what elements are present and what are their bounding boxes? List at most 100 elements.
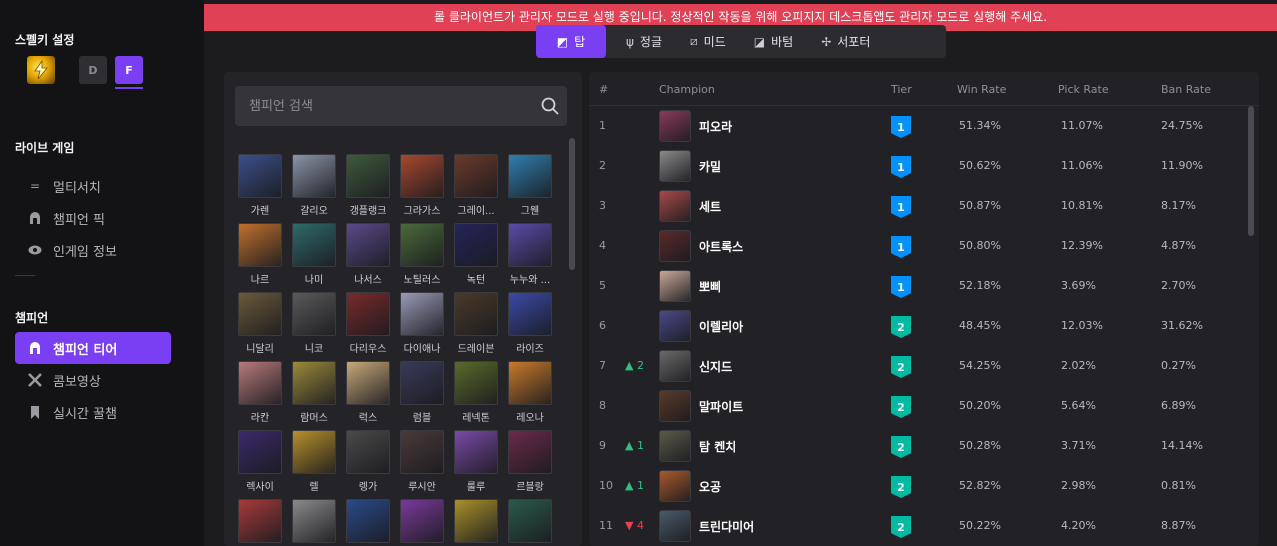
- champion-grid-item[interactable]: [345, 499, 391, 546]
- champion-name: 그웬: [520, 206, 540, 217]
- table-row[interactable]: 7 ▲ 2 신지드 2 54.25% 2.02% 0.27%: [589, 346, 1249, 386]
- nav-label: 인게임 정보: [53, 244, 117, 260]
- champion-grid-item[interactable]: 니달리: [237, 292, 283, 355]
- tab-top[interactable]: ◩ 탑: [536, 25, 606, 58]
- tier-badge: 2: [891, 316, 911, 338]
- champion-grid-item[interactable]: 레넥톤: [453, 361, 499, 424]
- champion-grid-item[interactable]: [399, 499, 445, 546]
- champion-portrait: [508, 361, 552, 405]
- champion-grid-item[interactable]: 그웬: [507, 154, 553, 217]
- spell-key-d-button[interactable]: D: [79, 56, 107, 84]
- champion-search-input[interactable]: [249, 86, 539, 126]
- champion-grid-item[interactable]: 갈리오: [291, 154, 337, 217]
- champion-grid-scrollbar[interactable]: [569, 138, 575, 270]
- tier-badge: 1: [891, 236, 911, 258]
- header-pick-rate[interactable]: Pick Rate: [1058, 83, 1109, 96]
- champion-grid-item[interactable]: 룰루: [453, 430, 499, 493]
- pick-rate: 2.02%: [1061, 359, 1096, 372]
- header-tier[interactable]: Tier: [891, 83, 912, 96]
- table-row[interactable]: 11 ▼ 4 트린다미어 2 50.22% 4.20% 8.87%: [589, 506, 1249, 546]
- table-row[interactable]: 6 이렐리아 2 48.45% 12.03% 31.62%: [589, 306, 1249, 346]
- champion-grid-item[interactable]: 루시안: [399, 430, 445, 493]
- table-row[interactable]: 5 뽀삐 1 52.18% 3.69% 2.70%: [589, 266, 1249, 306]
- nav-ingame-info[interactable]: 인게임 정보: [27, 239, 117, 261]
- champion-grid-item[interactable]: 렝가: [345, 430, 391, 493]
- tier-badge: 1: [891, 156, 911, 178]
- champion-grid-item[interactable]: 녹턴: [453, 223, 499, 286]
- nav-champion-tier[interactable]: 챔피언 티어: [15, 332, 171, 364]
- champion-name: 럭스: [358, 413, 378, 424]
- nav-combo-video[interactable]: 콤보영상: [27, 369, 101, 391]
- champion-grid-item[interactable]: 그레이...: [453, 154, 499, 217]
- spell-key-f-button[interactable]: F: [115, 56, 143, 89]
- bookmark-icon: [27, 404, 43, 420]
- champion-name: 누누와 ...: [509, 275, 551, 286]
- champion-grid-item[interactable]: 나미: [291, 223, 337, 286]
- tab-label: 탑: [574, 35, 586, 49]
- champion-grid-item[interactable]: 다이애나: [399, 292, 445, 355]
- tier-table-panel: # Champion Tier Win Rate Pick Rate Ban R…: [589, 72, 1259, 546]
- champion-grid-item[interactable]: 그라가스: [399, 154, 445, 217]
- champion-name: 세트: [699, 200, 722, 214]
- champion-portrait: [454, 292, 498, 336]
- champion-grid-item[interactable]: 라칸: [237, 361, 283, 424]
- flash-spell-icon[interactable]: [27, 56, 55, 84]
- champion-grid-item[interactable]: [237, 499, 283, 546]
- helmet-icon: [27, 210, 43, 226]
- rank-number: 2: [599, 159, 606, 172]
- tab-mid[interactable]: ⧄ 미드: [676, 25, 740, 58]
- champion-grid-item[interactable]: 노틸러스: [399, 223, 445, 286]
- ban-rate: 4.87%: [1161, 239, 1196, 252]
- nav-multisearch[interactable]: = 멀티서치: [27, 175, 101, 197]
- header-win-rate[interactable]: Win Rate: [957, 83, 1006, 96]
- champion-grid-item[interactable]: 레오나: [507, 361, 553, 424]
- champion-grid-item[interactable]: 렉사이: [237, 430, 283, 493]
- champion-portrait: [292, 292, 336, 336]
- champion-portrait: [659, 430, 691, 462]
- tab-bottom[interactable]: ◪ 바텀: [740, 25, 807, 58]
- champion-grid-item[interactable]: [453, 499, 499, 546]
- champion-grid-item[interactable]: 럼블: [399, 361, 445, 424]
- champion-grid-item[interactable]: 나서스: [345, 223, 391, 286]
- nav-live-honey-champ[interactable]: 실시간 꿀챔: [27, 401, 117, 423]
- champion-portrait: [292, 223, 336, 267]
- ban-rate: 6.89%: [1161, 399, 1196, 412]
- champion-name: 카밀: [699, 160, 722, 174]
- table-row[interactable]: 9 ▲ 1 탐 켄치 2 50.28% 3.71% 14.14%: [589, 426, 1249, 466]
- champion-grid-item[interactable]: 가렌: [237, 154, 283, 217]
- nav-champion-pick[interactable]: 챔피언 픽: [27, 207, 105, 229]
- table-row[interactable]: 10 ▲ 1 오공 2 52.82% 2.98% 0.81%: [589, 466, 1249, 506]
- champion-grid-item[interactable]: 갱플랭크: [345, 154, 391, 217]
- table-row[interactable]: 4 아트록스 1 50.80% 12.39% 4.87%: [589, 226, 1249, 266]
- champion-grid-item[interactable]: 렐: [291, 430, 337, 493]
- ban-rate: 14.14%: [1161, 439, 1203, 452]
- champion-grid-item[interactable]: 니코: [291, 292, 337, 355]
- champion-portrait: [292, 361, 336, 405]
- champion-name: 신지드: [699, 360, 733, 374]
- tab-jungle[interactable]: ψ 정글: [612, 25, 676, 58]
- tab-support[interactable]: ✢ 서포터: [807, 25, 884, 58]
- champion-grid-item[interactable]: [291, 499, 337, 546]
- champion-grid-item[interactable]: 나르: [237, 223, 283, 286]
- table-row[interactable]: 3 세트 1 50.87% 10.81% 8.17%: [589, 186, 1249, 226]
- champion-grid-item[interactable]: 람머스: [291, 361, 337, 424]
- table-row[interactable]: 1 피오라 1 51.34% 11.07% 24.75%: [589, 106, 1249, 146]
- table-row[interactable]: 2 카밀 1 50.62% 11.06% 11.90%: [589, 146, 1249, 186]
- champion-portrait: [292, 154, 336, 198]
- pick-rate: 12.39%: [1061, 239, 1103, 252]
- champion-grid-item[interactable]: 르블랑: [507, 430, 553, 493]
- champion-grid-item[interactable]: 누누와 ...: [507, 223, 553, 286]
- nav-label: 콤보영상: [53, 374, 101, 390]
- ban-rate: 11.90%: [1161, 159, 1203, 172]
- champion-grid-item[interactable]: [507, 499, 553, 546]
- search-icon[interactable]: [541, 97, 559, 115]
- table-row[interactable]: 8 말파이트 2 50.20% 5.64% 6.89%: [589, 386, 1249, 426]
- champion-portrait: [292, 499, 336, 543]
- champion-grid-item[interactable]: 다리우스: [345, 292, 391, 355]
- champion-grid-item[interactable]: 라이즈: [507, 292, 553, 355]
- header-ban-rate[interactable]: Ban Rate: [1161, 83, 1211, 96]
- champion-name: 르블랑: [516, 482, 544, 493]
- champion-grid-item[interactable]: 드레이븐: [453, 292, 499, 355]
- tier-table-scrollbar[interactable]: [1248, 106, 1254, 236]
- champion-grid-item[interactable]: 럭스: [345, 361, 391, 424]
